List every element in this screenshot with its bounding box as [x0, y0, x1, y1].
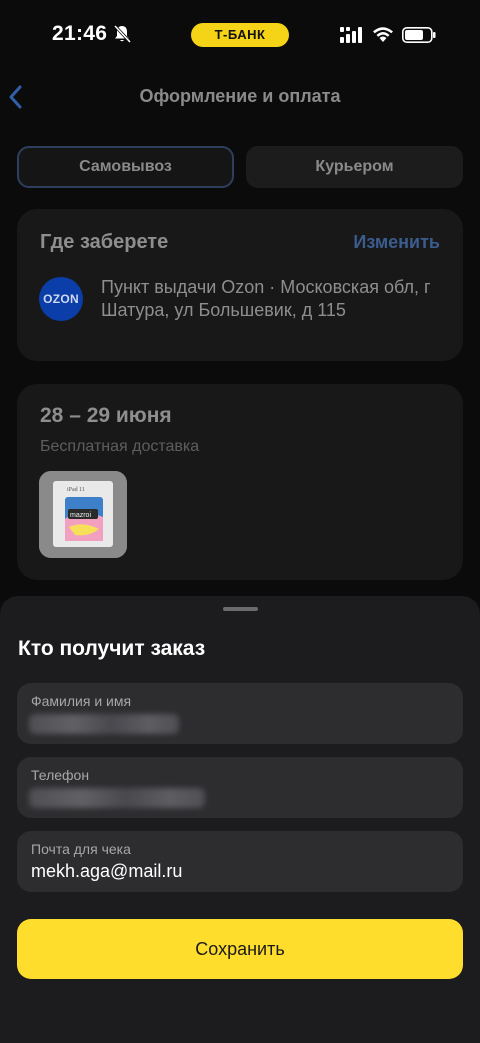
status-time: 21:46: [52, 22, 108, 45]
delivery-card: 28 – 29 июня Бесплатная доставка iPad 11…: [17, 384, 463, 580]
shipping-cost: Бесплатная доставка: [40, 438, 200, 455]
full-name-label: Фамилия и имя: [31, 693, 132, 709]
battery-icon: [402, 27, 436, 43]
receipt-email-field[interactable]: Почта для чека mekh.aga@mail.ru: [17, 831, 463, 892]
save-button[interactable]: Сохранить: [17, 919, 463, 979]
delivery-dates: 28 – 29 июня: [40, 404, 172, 427]
pickup-point-card: Где заберете Изменить OZON Пункт выдачи …: [17, 209, 463, 361]
bell-muted-icon: [113, 24, 132, 44]
receipt-email-label: Почта для чека: [31, 841, 131, 857]
sheet-title: Кто получит заказ: [18, 637, 206, 660]
product-thumbnail[interactable]: iPad 11 mazroi: [39, 471, 127, 558]
ozon-logo: OZON: [39, 277, 83, 321]
cellular-signal-icon: [340, 27, 362, 43]
tab-courier[interactable]: Курьером: [246, 146, 463, 188]
status-bar: 21:46 Т-БАНК: [0, 0, 480, 70]
pickup-card-title: Где заберете: [40, 231, 169, 253]
pickup-address: Пункт выдачи Ozon · Московская обл, г Ша…: [101, 277, 431, 320]
wifi-icon: [373, 27, 393, 42]
sheet-grabber[interactable]: [223, 607, 258, 611]
svg-text:mazroi: mazroi: [70, 512, 91, 519]
svg-text:iPad 11: iPad 11: [67, 487, 85, 493]
carrier-pill: Т-БАНК: [191, 23, 289, 47]
phone-redacted-value: [29, 788, 205, 808]
phone-label: Телефон: [31, 767, 90, 783]
phone-field[interactable]: Телефон: [17, 757, 463, 818]
checkout-page: 21:46 Т-БАНК Оформление и оплата Самовыв…: [0, 0, 480, 1043]
nav-bar: Оформление и оплата: [0, 72, 480, 122]
full-name-redacted-value: [29, 714, 179, 734]
tab-pickup[interactable]: Самовывоз: [17, 146, 234, 188]
recipient-bottom-sheet: Кто получит заказ Фамилия и имя Телефон …: [0, 596, 480, 1043]
ipad-box-image: iPad 11 mazroi: [39, 471, 127, 558]
change-pickup-link[interactable]: Изменить: [353, 232, 440, 253]
full-name-field[interactable]: Фамилия и имя: [17, 683, 463, 744]
page-title: Оформление и оплата: [139, 86, 341, 106]
receipt-email-value[interactable]: mekh.aga@mail.ru: [31, 861, 182, 882]
